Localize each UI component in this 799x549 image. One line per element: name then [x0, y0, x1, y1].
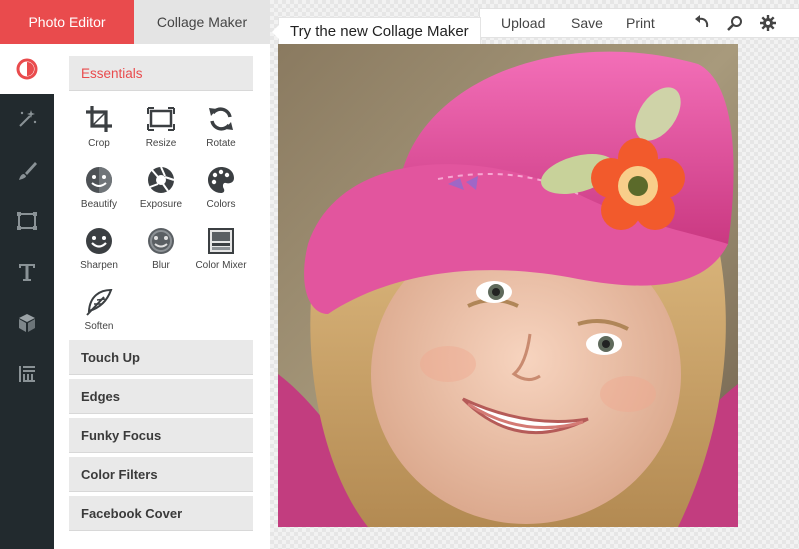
- tool-label: Beautify: [80, 199, 118, 210]
- exposure-icon: [148, 166, 175, 193]
- section-essentials[interactable]: Essentials: [69, 56, 253, 91]
- tool-label: Exposure: [139, 199, 183, 210]
- save-button[interactable]: Save: [571, 9, 603, 37]
- tool-label: Rotate: [206, 138, 236, 149]
- rail-item-essentials[interactable]: [0, 44, 54, 94]
- section-color-filters[interactable]: Color Filters: [69, 457, 253, 492]
- settings-icon[interactable]: [760, 15, 776, 31]
- tool-colors[interactable]: Colors: [190, 165, 252, 221]
- editor-tabs: Photo Editor Collage Maker: [0, 0, 270, 44]
- magic-wand-icon: [19, 110, 37, 127]
- color-wheel-icon: [16, 58, 38, 80]
- rail-item-overlays[interactable]: [0, 298, 54, 348]
- palette-icon: [208, 167, 234, 193]
- rotate-icon: [209, 107, 233, 131]
- rail-item-textures[interactable]: [0, 349, 54, 399]
- frame-icon: [17, 212, 37, 230]
- tool-beautify[interactable]: Beautify: [68, 165, 130, 221]
- tool-label: Color Mixer: [195, 260, 247, 271]
- collage-maker-tooltip[interactable]: Try the new Collage Maker: [272, 17, 481, 45]
- tab-collage-maker[interactable]: Collage Maker: [134, 0, 270, 44]
- beautify-icon: [86, 167, 112, 193]
- section-touch-up[interactable]: Touch Up: [69, 340, 253, 375]
- rail-item-brushes[interactable]: [0, 146, 54, 196]
- rail-item-effects[interactable]: [0, 94, 54, 144]
- tool-soften[interactable]: Soften: [68, 287, 130, 343]
- edited-photo[interactable]: [278, 44, 738, 527]
- rail-item-frames[interactable]: [0, 196, 54, 246]
- rail-item-text[interactable]: [0, 247, 54, 297]
- tool-label: Crop: [88, 138, 110, 149]
- text-icon: [19, 264, 35, 281]
- tool-label: Sharpen: [80, 260, 118, 271]
- top-toolbar: Upload Save Print: [479, 8, 799, 38]
- tool-category-rail: [0, 44, 54, 549]
- tool-exposure[interactable]: Exposure: [130, 165, 192, 221]
- tool-resize[interactable]: Resize: [130, 104, 192, 160]
- section-funky-focus[interactable]: Funky Focus: [69, 418, 253, 453]
- print-button[interactable]: Print: [626, 9, 655, 37]
- tab-photo-editor[interactable]: Photo Editor: [0, 0, 134, 44]
- tool-label: Colors: [206, 199, 236, 210]
- brush-icon: [19, 162, 37, 180]
- cube-icon: [19, 314, 35, 332]
- tool-label: Resize: [145, 138, 177, 149]
- color-mixer-icon: [208, 228, 234, 254]
- resize-icon: [147, 107, 175, 131]
- tool-rotate[interactable]: Rotate: [190, 104, 252, 160]
- crop-icon: [86, 106, 112, 132]
- tool-panel: Essentials Crop Resize Rotate Beautify E…: [54, 44, 270, 549]
- zoom-icon[interactable]: [727, 15, 743, 31]
- texture-icon: [19, 366, 35, 382]
- tool-color-mixer[interactable]: Color Mixer: [190, 226, 252, 282]
- section-edges[interactable]: Edges: [69, 379, 253, 414]
- blur-icon: [148, 228, 174, 254]
- undo-icon[interactable]: [694, 15, 710, 31]
- feather-icon: [86, 288, 113, 316]
- tool-label: Blur: [152, 260, 170, 271]
- upload-button[interactable]: Upload: [501, 9, 545, 37]
- tool-blur[interactable]: Blur: [130, 226, 192, 282]
- sharpen-icon: [86, 228, 112, 254]
- tool-sharpen[interactable]: Sharpen: [68, 226, 130, 282]
- tool-label: Soften: [84, 321, 114, 332]
- section-facebook-cover[interactable]: Facebook Cover: [69, 496, 253, 531]
- tool-crop[interactable]: Crop: [68, 104, 130, 160]
